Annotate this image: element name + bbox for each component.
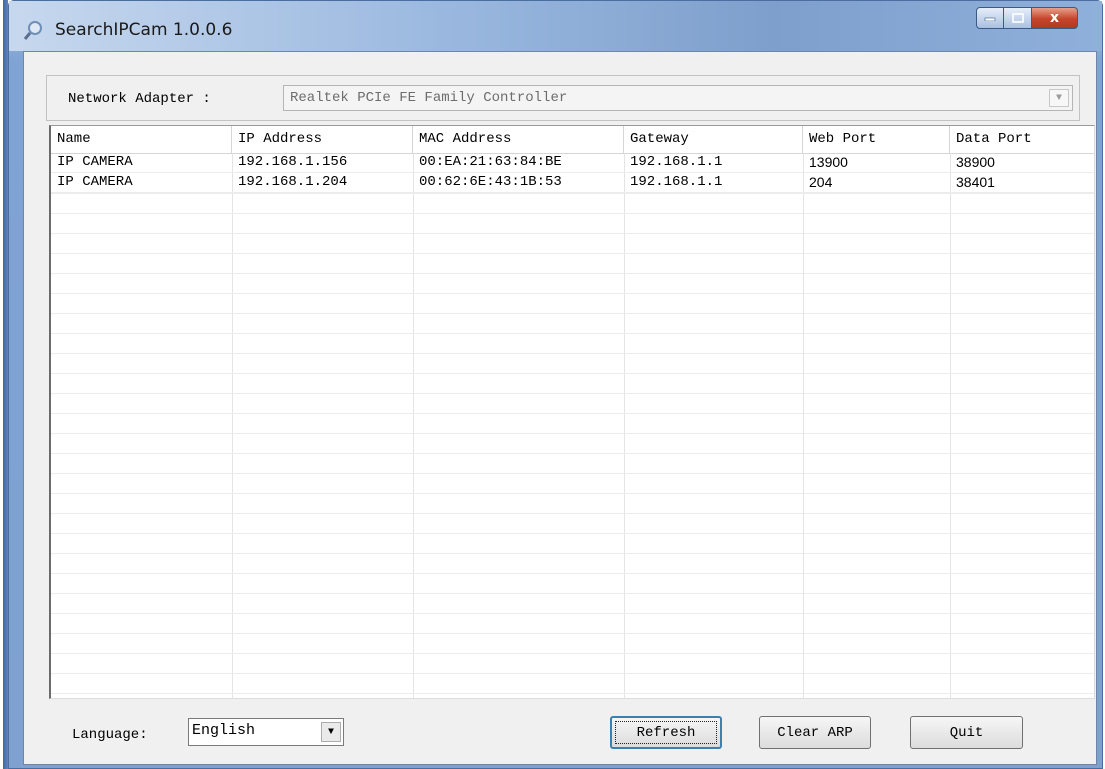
table-row[interactable]: IP CAMERA 192.168.1.156 00:EA:21:63:84:B… (51, 153, 1094, 173)
quit-button[interactable]: Quit (910, 716, 1023, 749)
network-adapter-value: Realtek PCIe FE Family Controller (290, 90, 568, 106)
cell-data-port: 38900 (956, 154, 995, 170)
row-gridline (51, 293, 1094, 294)
row-gridline (51, 693, 1094, 694)
language-select[interactable]: English ▼ (188, 718, 344, 746)
network-adapter-label: Network Adapter : (68, 91, 211, 107)
refresh-button[interactable]: Refresh (610, 716, 722, 749)
cell-mac-address: 00:EA:21:63:84:BE (419, 154, 562, 170)
row-gridline (51, 413, 1094, 414)
row-gridline (51, 273, 1094, 274)
network-adapter-group: Network Adapter : Realtek PCIe FE Family… (46, 75, 1080, 121)
network-adapter-select[interactable]: Realtek PCIe FE Family Controller ▼ (283, 85, 1073, 111)
column-header-web-port[interactable]: Web Port (803, 126, 950, 153)
clear-arp-button[interactable]: Clear ARP (759, 716, 871, 749)
row-gridline (51, 573, 1094, 574)
chevron-down-icon[interactable]: ▼ (321, 722, 341, 742)
language-label: Language: (72, 727, 148, 743)
client-area: Network Adapter : Realtek PCIe FE Family… (23, 51, 1097, 765)
column-header-mac-address[interactable]: MAC Address (413, 126, 624, 153)
row-gridline (51, 553, 1094, 554)
app-window: SearchIPCam 1.0.0.6 x Network Adapter : … (8, 0, 1103, 769)
row-gridline (51, 453, 1094, 454)
column-header-gateway[interactable]: Gateway (624, 126, 803, 153)
search-magnifier-icon (23, 21, 42, 40)
row-gridline (51, 333, 1094, 334)
row-gridline (51, 673, 1094, 674)
row-gridline (51, 373, 1094, 374)
camera-list-table[interactable]: Name IP Address MAC Address Gateway Web … (49, 125, 1095, 699)
column-divider (624, 153, 625, 698)
maximize-icon (1011, 13, 1024, 23)
focus-rectangle (615, 721, 717, 744)
language-value: English (192, 722, 256, 739)
row-gridline (51, 473, 1094, 474)
cell-gateway: 192.168.1.1 (630, 154, 723, 170)
column-header-name[interactable]: Name (51, 126, 232, 153)
table-row[interactable]: IP CAMERA 192.168.1.204 00:62:6E:43:1B:5… (51, 173, 1094, 193)
column-divider (950, 153, 951, 698)
row-gridline (51, 533, 1094, 534)
clear-arp-button-label: Clear ARP (777, 724, 853, 741)
minimize-button[interactable] (976, 7, 1004, 29)
row-gridline (51, 213, 1094, 214)
title-bar[interactable]: SearchIPCam 1.0.0.6 x (9, 1, 1102, 51)
row-gridline (51, 433, 1094, 434)
column-divider (803, 153, 804, 698)
cell-gateway: 192.168.1.1 (630, 174, 723, 190)
cell-ip-address: 192.168.1.204 (238, 174, 348, 190)
column-divider (413, 153, 414, 698)
cell-ip-address: 192.168.1.156 (238, 154, 348, 170)
column-header-ip-address[interactable]: IP Address (232, 126, 413, 153)
row-gridline (51, 253, 1094, 254)
column-header-data-port[interactable]: Data Port (950, 126, 1094, 153)
cell-name: IP CAMERA (57, 154, 133, 170)
cell-web-port: 13900 (809, 154, 848, 170)
quit-button-label: Quit (949, 724, 984, 741)
screen-left-edge (0, 0, 8, 769)
row-gridline (51, 193, 1094, 194)
window-title: SearchIPCam 1.0.0.6 (55, 20, 233, 40)
close-button[interactable]: x (1032, 7, 1078, 29)
row-gridline (51, 593, 1094, 594)
row-gridline (51, 493, 1094, 494)
cell-data-port: 38401 (956, 174, 995, 190)
row-gridline (51, 233, 1094, 234)
table-header: Name IP Address MAC Address Gateway Web … (51, 126, 1094, 154)
close-icon: x (1049, 10, 1060, 26)
chevron-down-icon[interactable]: ▼ (1049, 89, 1069, 107)
row-gridline (51, 353, 1094, 354)
cell-name: IP CAMERA (57, 174, 133, 190)
row-gridline (51, 613, 1094, 614)
maximize-button[interactable] (1004, 7, 1032, 29)
row-gridline (51, 513, 1094, 514)
cell-web-port: 204 (809, 174, 833, 190)
window-controls: x (976, 7, 1078, 29)
minimize-icon (984, 17, 996, 21)
cell-mac-address: 00:62:6E:43:1B:53 (419, 174, 562, 190)
row-gridline (51, 393, 1094, 394)
row-gridline (51, 653, 1094, 654)
row-gridline (51, 313, 1094, 314)
column-divider (232, 153, 233, 698)
row-gridline (51, 633, 1094, 634)
